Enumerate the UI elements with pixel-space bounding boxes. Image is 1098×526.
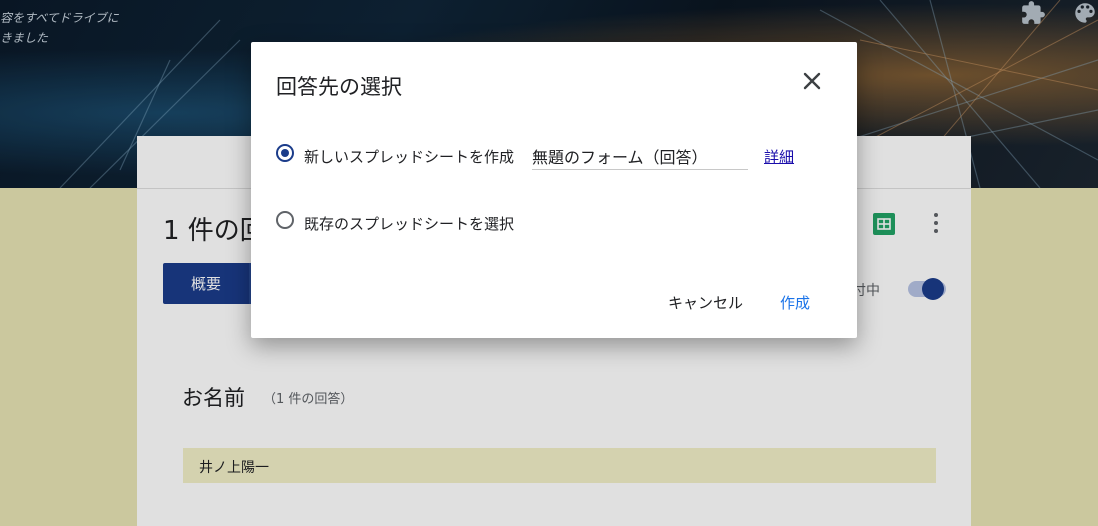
create-button[interactable]: 作成 <box>780 292 810 313</box>
option-existing-spreadsheet-label: 既存のスプレッドシートを選択 <box>304 215 515 233</box>
dialog-title: 回答先の選択 <box>276 75 402 99</box>
spreadsheet-name-input[interactable] <box>532 142 748 170</box>
select-destination-dialog: 回答先の選択 新しいスプレッドシートを作成 詳細 既存のスプレッドシートを選択 … <box>251 42 857 338</box>
option-new-spreadsheet-label: 新しいスプレッドシートを作成 <box>304 148 515 166</box>
close-icon[interactable] <box>800 69 824 93</box>
details-link[interactable]: 詳細 <box>764 146 794 167</box>
radio-new-spreadsheet[interactable] <box>276 144 294 162</box>
radio-existing-spreadsheet[interactable] <box>276 211 294 229</box>
cancel-button[interactable]: キャンセル <box>668 292 743 313</box>
